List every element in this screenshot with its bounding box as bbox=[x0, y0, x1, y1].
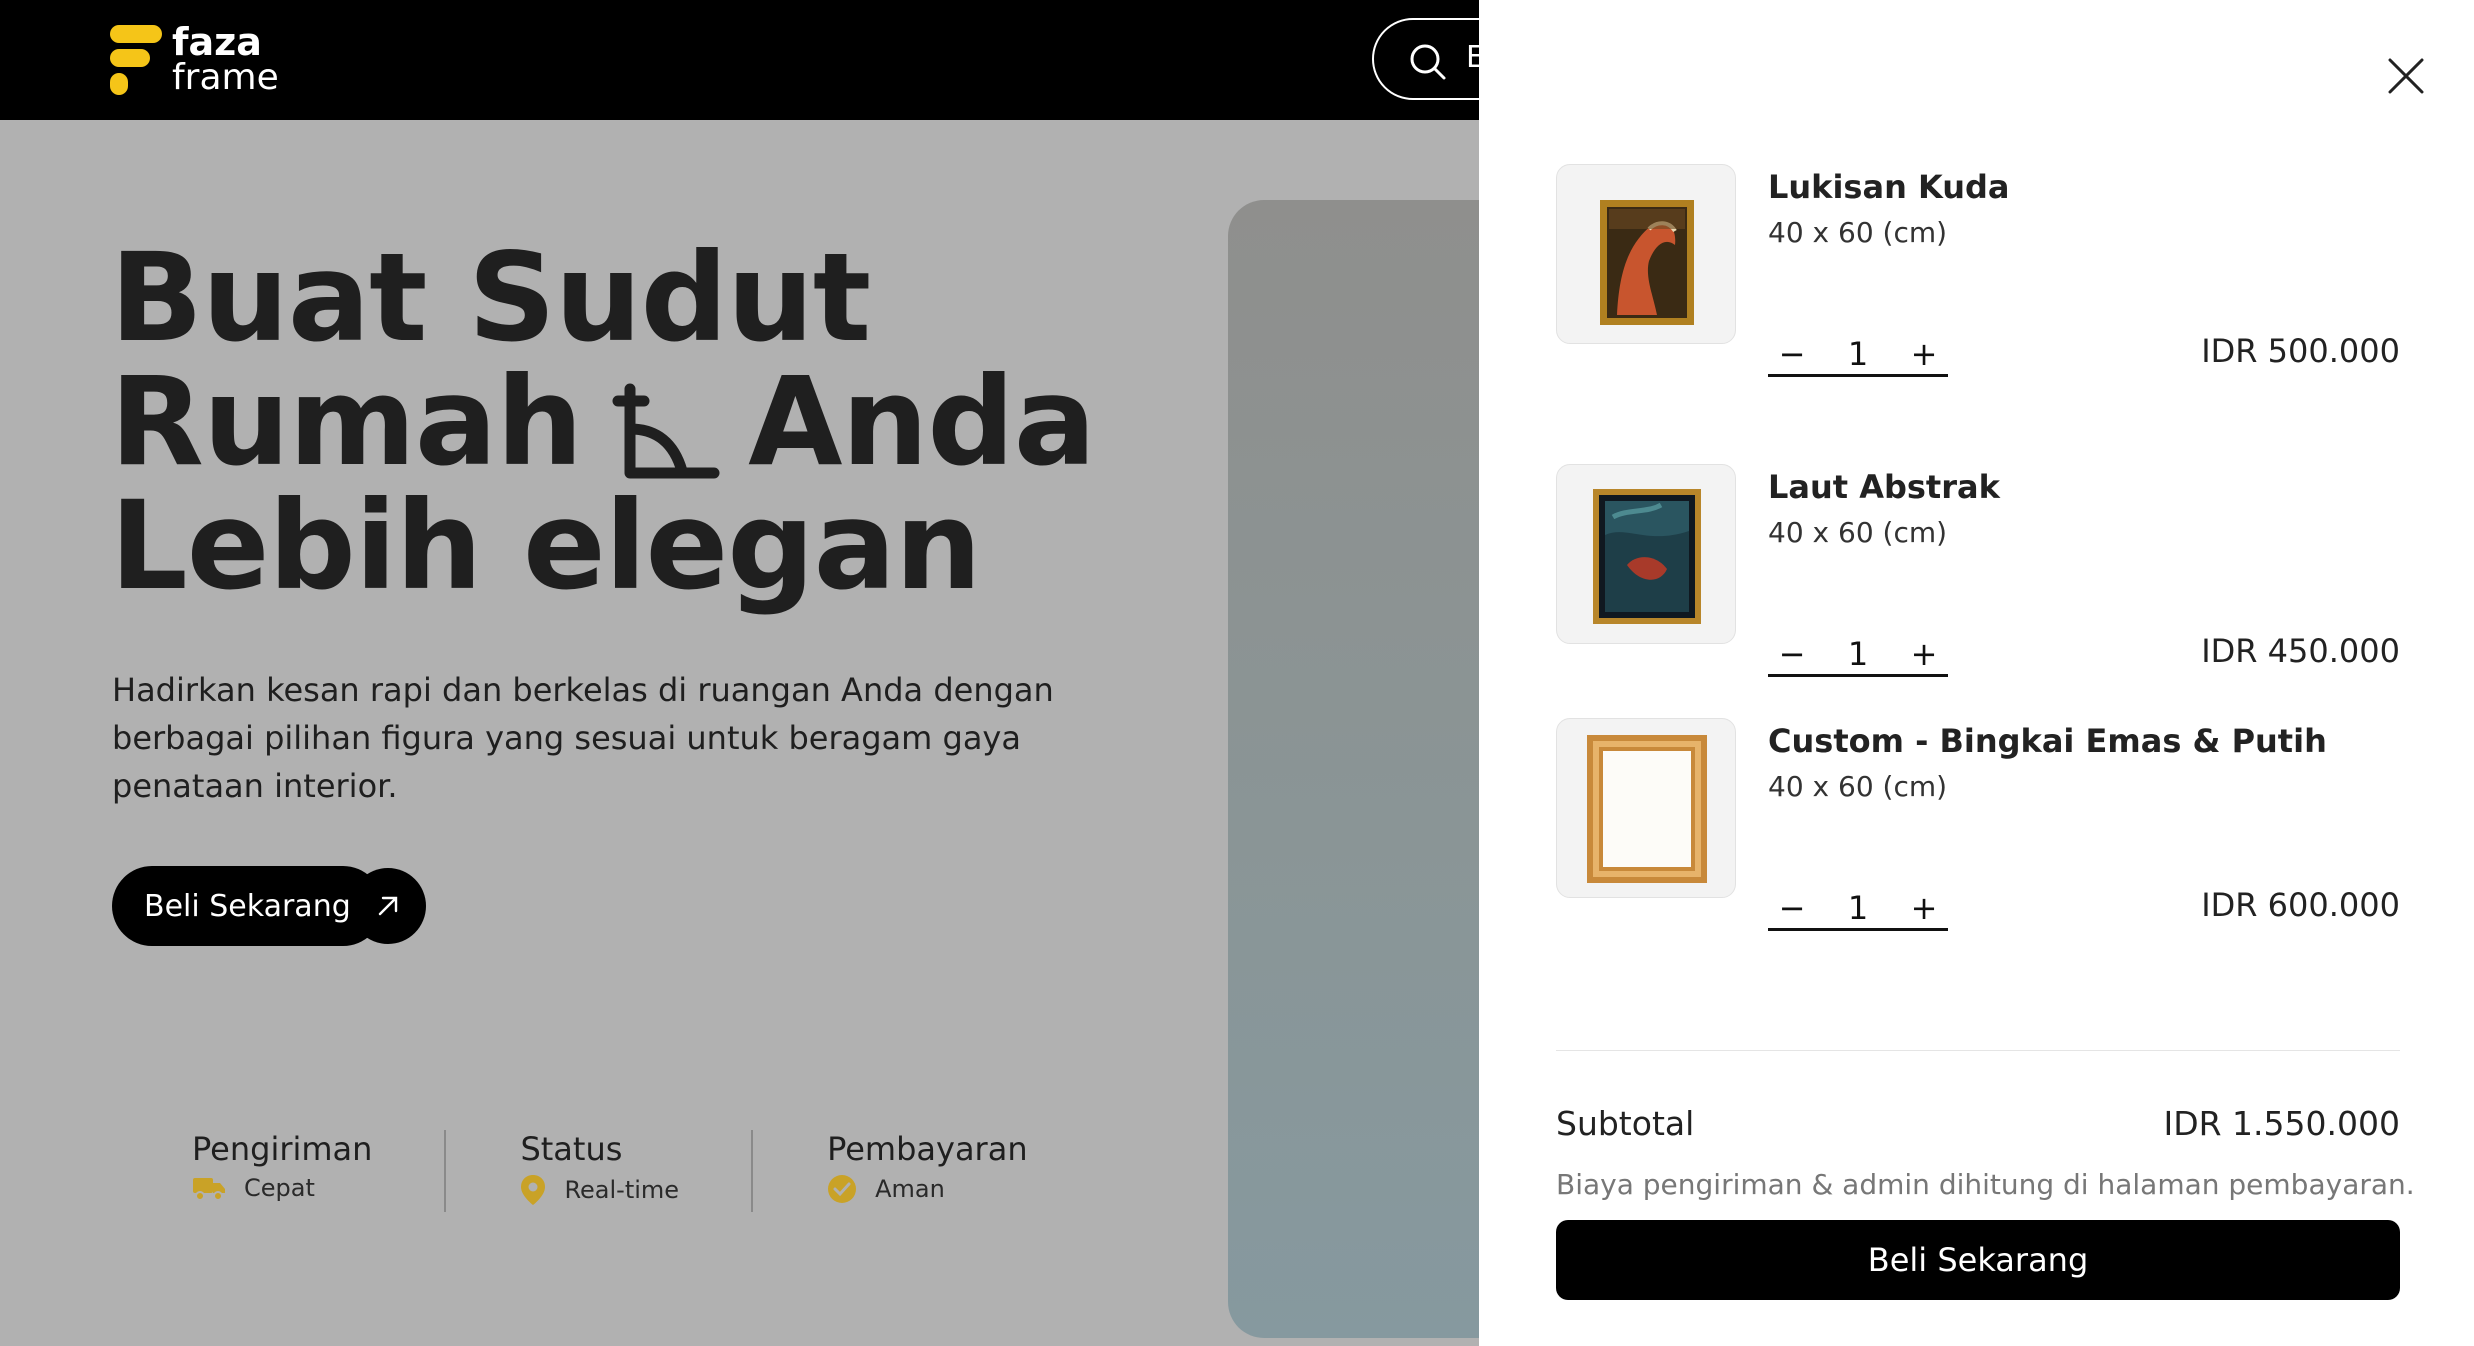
top-navbar: faza frame E bbox=[0, 0, 1532, 120]
item-name: Laut Abstrak bbox=[1768, 468, 2000, 506]
item-price: IDR 450.000 bbox=[2201, 632, 2400, 670]
cart-item: Laut Abstrak 40 x 60 (cm) − 1 + IDR 450.… bbox=[1556, 464, 2400, 684]
brand-name-line2: frame bbox=[172, 57, 279, 98]
brand-name-line1: faza bbox=[172, 20, 262, 64]
increase-qty-button[interactable]: + bbox=[1900, 335, 1948, 373]
hero-buy-button[interactable]: Beli Sekarang bbox=[112, 866, 383, 946]
quantity-stepper: − 1 + bbox=[1768, 888, 1948, 931]
quantity-value: 1 bbox=[1847, 889, 1869, 927]
quantity-stepper: − 1 + bbox=[1768, 634, 1948, 677]
decrease-qty-button[interactable]: − bbox=[1768, 335, 1816, 373]
close-icon bbox=[2388, 58, 2424, 94]
item-size: 40 x 60 (cm) bbox=[1768, 770, 1948, 803]
brand-logo[interactable]: faza frame bbox=[110, 20, 279, 98]
increase-qty-button[interactable]: + bbox=[1900, 889, 1948, 927]
item-size: 40 x 60 (cm) bbox=[1768, 516, 1948, 549]
subtotal-label: Subtotal bbox=[1556, 1104, 1695, 1143]
cart-item: Custom - Bingkai Emas & Putih 40 x 60 (c… bbox=[1556, 718, 2400, 938]
feature-shipping: Pengiriman Cepat bbox=[192, 1130, 373, 1202]
abstract-sea-painting-image bbox=[1593, 489, 1701, 624]
truck-icon bbox=[193, 1178, 225, 1201]
quantity-value: 1 bbox=[1847, 335, 1869, 373]
hero-description: Hadirkan kesan rapi dan berkelas di ruan… bbox=[112, 671, 1054, 805]
logo-mark-icon bbox=[110, 25, 162, 95]
horse-painting-image bbox=[1600, 200, 1694, 325]
close-cart-button[interactable] bbox=[2382, 52, 2430, 100]
hero-arrow-button[interactable] bbox=[350, 868, 426, 944]
corner-angle-icon bbox=[612, 383, 720, 479]
feature-divider bbox=[444, 1130, 447, 1212]
quantity-stepper: − 1 + bbox=[1768, 334, 1948, 377]
decrease-qty-button[interactable]: − bbox=[1768, 635, 1816, 673]
hero-headline: Buat Sudut Rumah Anda Lebih elegan bbox=[110, 227, 1096, 617]
feature-status: Status Real-time bbox=[520, 1130, 680, 1205]
increase-qty-button[interactable]: + bbox=[1900, 635, 1948, 673]
item-name: Custom - Bingkai Emas & Putih bbox=[1768, 722, 2327, 760]
checkout-button[interactable]: Beli Sekarang bbox=[1556, 1220, 2400, 1300]
arrow-up-right-icon bbox=[378, 896, 398, 916]
feature-strip: Pengiriman Cepat Status Real-time Pembay… bbox=[192, 1130, 1028, 1212]
check-circle-icon bbox=[828, 1175, 857, 1203]
quantity-value: 1 bbox=[1847, 635, 1869, 673]
headline-line3: Lebih elegan bbox=[110, 475, 982, 617]
item-price: IDR 500.000 bbox=[2201, 332, 2400, 370]
decrease-qty-button[interactable]: − bbox=[1768, 889, 1816, 927]
feature-divider bbox=[751, 1130, 754, 1212]
subtotal-value: IDR 1.550.000 bbox=[2163, 1104, 2400, 1143]
cart-divider bbox=[1556, 1050, 2400, 1051]
headline-line2-b: Anda bbox=[748, 351, 1096, 493]
shipping-note: Biaya pengiriman & admin dihitung di hal… bbox=[1556, 1168, 2415, 1201]
search-icon bbox=[1410, 44, 1446, 80]
headline-line1: Buat Sudut bbox=[110, 227, 871, 369]
item-size: 40 x 60 (cm) bbox=[1768, 216, 1948, 249]
product-thumbnail[interactable] bbox=[1556, 718, 1736, 898]
headline-line2-a: Rumah bbox=[110, 351, 583, 493]
product-thumbnail[interactable] bbox=[1556, 464, 1736, 644]
cart-item: Lukisan Kuda 40 x 60 (cm) − 1 + IDR 500.… bbox=[1556, 164, 2400, 384]
item-price: IDR 600.000 bbox=[2201, 886, 2400, 924]
gold-white-frame-image bbox=[1587, 735, 1707, 883]
location-pin-icon bbox=[521, 1175, 546, 1205]
product-thumbnail[interactable] bbox=[1556, 164, 1736, 344]
feature-payment: Pembayaran Aman bbox=[827, 1130, 1028, 1203]
item-name: Lukisan Kuda bbox=[1768, 168, 2010, 206]
